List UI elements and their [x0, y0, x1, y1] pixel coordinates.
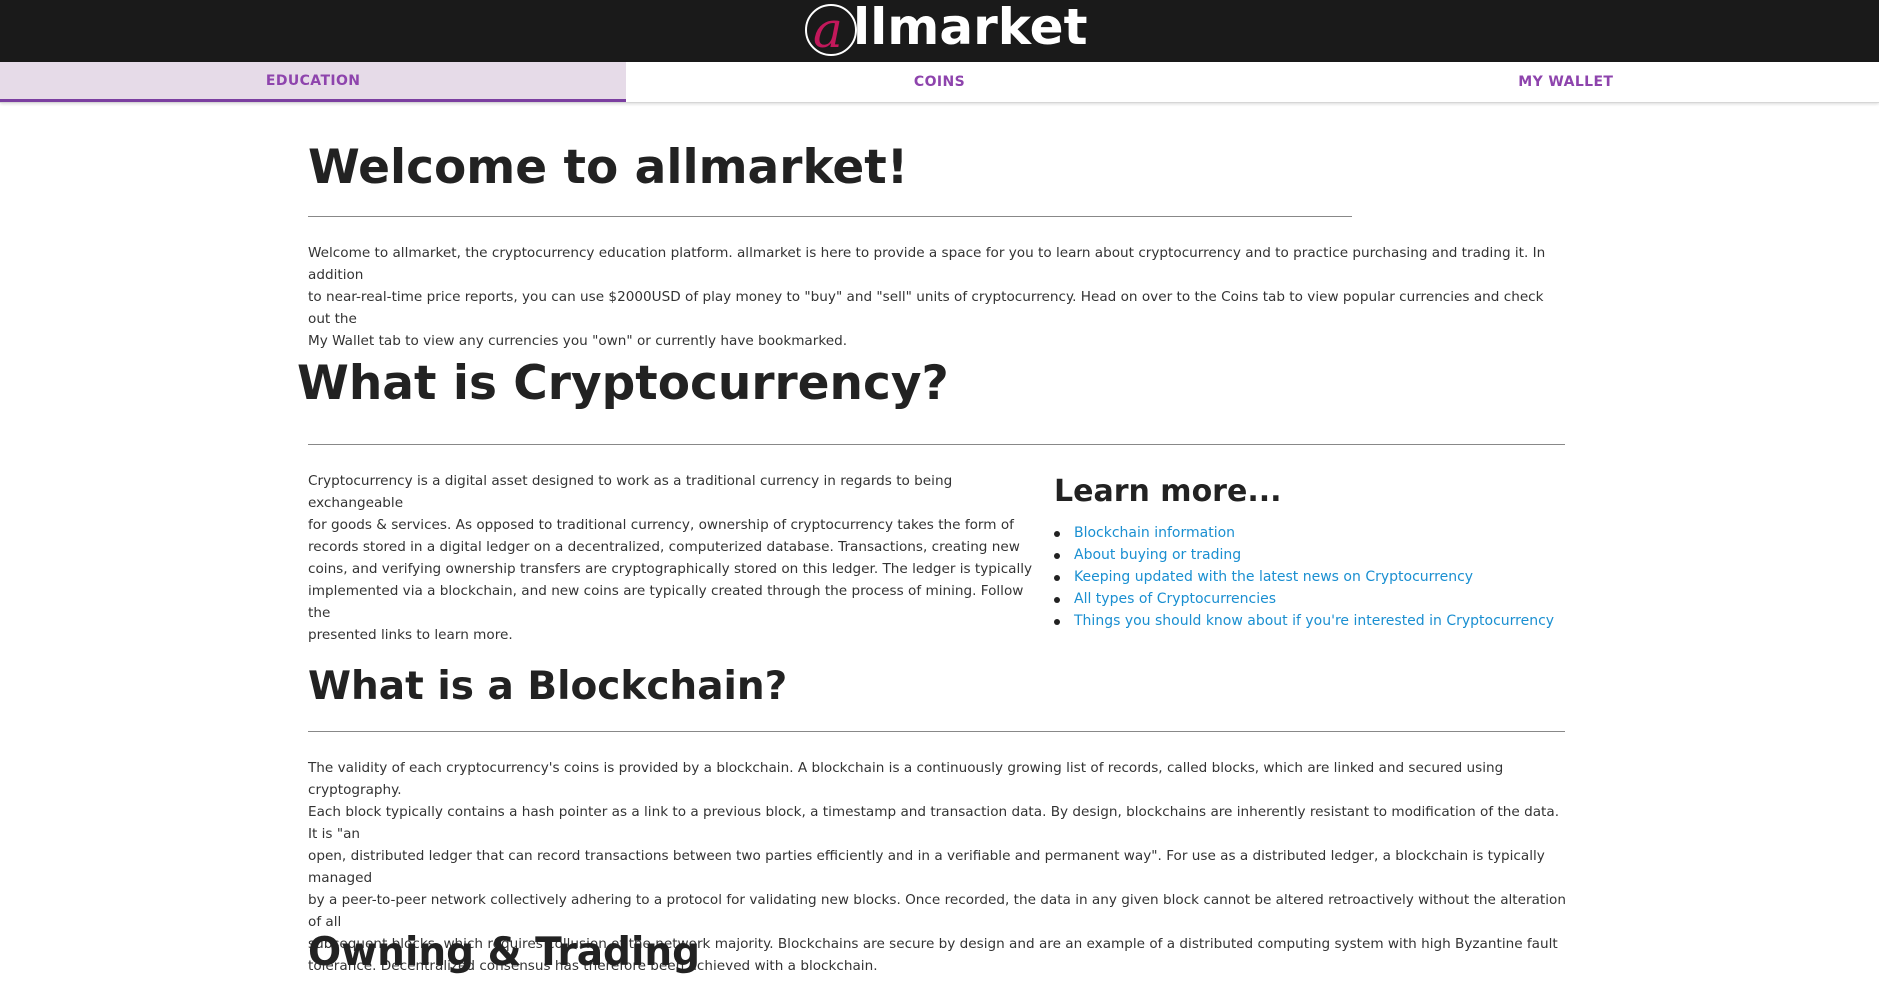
link-latest-news[interactable]: Keeping updated with the latest news on … — [1054, 566, 1574, 588]
paragraph-line: implemented via a blockchain, and new co… — [308, 583, 1024, 621]
paragraph-line: to near-real-time price reports, you can… — [308, 289, 1544, 327]
divider — [308, 444, 1565, 445]
logo-wordmark: llmarket — [853, 0, 1088, 56]
allmarket-logo[interactable]: a llmarket — [805, 0, 1088, 60]
logo-letter-a: a — [813, 1, 843, 59]
paragraph-line: Cryptocurrency is a digital asset design… — [308, 473, 953, 511]
paragraph-line: Each block typically contains a hash poi… — [308, 804, 1560, 842]
link-things-to-know[interactable]: Things you should know about if you're i… — [1054, 610, 1574, 632]
learn-more-heading: Learn more... — [1054, 474, 1282, 509]
paragraph-line: presented links to learn more. — [308, 627, 513, 643]
blockchain-heading: What is a Blockchain? — [308, 664, 788, 709]
paragraph-line: My Wallet tab to view any currencies you… — [308, 333, 848, 349]
paragraph-line: coins, and verifying ownership transfers… — [308, 561, 1033, 577]
welcome-heading: Welcome to allmarket! — [308, 140, 909, 195]
cryptocurrency-heading: What is Cryptocurrency? — [297, 356, 949, 411]
top-header-bar: a llmarket — [0, 0, 1879, 62]
paragraph-line: by a peer-to-peer network collectively a… — [308, 892, 1566, 930]
link-buying-or-trading[interactable]: About buying or trading — [1054, 544, 1574, 566]
main-tab-bar: EDUCATION COINS MY WALLET — [0, 62, 1879, 103]
divider — [308, 216, 1352, 217]
paragraph-line: records stored in a digital ledger on a … — [308, 539, 1020, 555]
logo-circle-mark: a — [805, 1, 857, 59]
paragraph-line: Welcome to allmarket, the cryptocurrency… — [308, 245, 1546, 283]
learn-more-list: Blockchain information About buying or t… — [1054, 522, 1574, 632]
welcome-paragraph: Welcome to allmarket, the cryptocurrency… — [308, 242, 1568, 352]
tab-education[interactable]: EDUCATION — [0, 62, 627, 102]
link-blockchain-information[interactable]: Blockchain information — [1054, 522, 1574, 544]
divider — [308, 731, 1565, 732]
tab-coins[interactable]: COINS — [626, 62, 1252, 102]
link-types-of-cryptocurrencies[interactable]: All types of Cryptocurrencies — [1054, 588, 1574, 610]
paragraph-line: The validity of each cryptocurrency's co… — [308, 760, 1504, 798]
cryptocurrency-paragraph: Cryptocurrency is a digital asset design… — [308, 470, 1038, 646]
owning-trading-heading: Owning & Trading — [308, 930, 700, 975]
learn-more-panel: Learn more... Blockchain information Abo… — [1054, 472, 1574, 632]
tab-my-wallet[interactable]: MY WALLET — [1253, 62, 1879, 102]
paragraph-line: open, distributed ledger that can record… — [308, 848, 1545, 886]
paragraph-line: for goods & services. As opposed to trad… — [308, 517, 1014, 533]
